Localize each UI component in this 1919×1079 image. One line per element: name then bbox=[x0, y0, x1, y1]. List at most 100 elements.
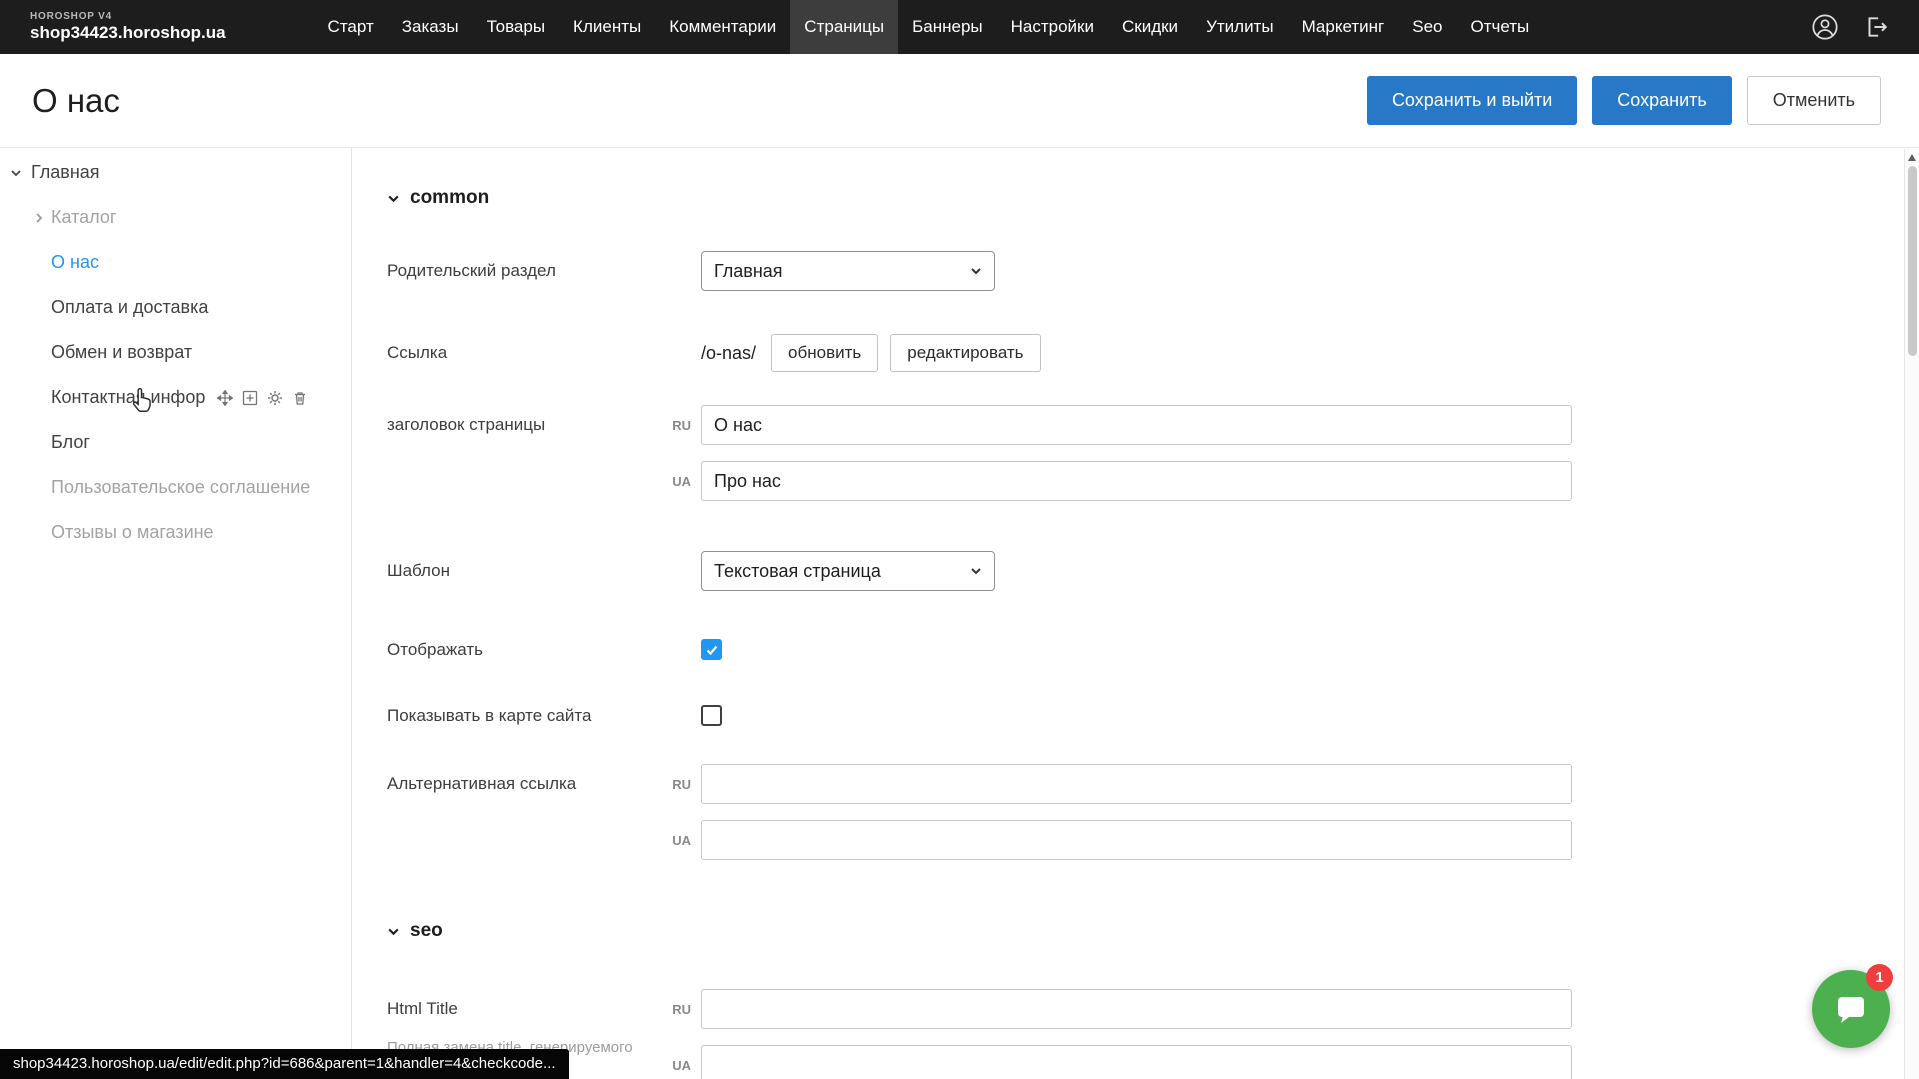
page-title-label: заголовок страницы bbox=[387, 405, 701, 501]
tree-item-label: Пользовательское соглашение bbox=[51, 477, 310, 498]
scrollbar-thumb[interactable] bbox=[1908, 166, 1917, 356]
scroll-up-arrow-icon[interactable] bbox=[1908, 154, 1916, 161]
tree-item-label: Отзывы о магазине bbox=[51, 522, 214, 543]
template-select[interactable]: Текстовая страница bbox=[701, 551, 995, 591]
alt-link-label: Альтернативная ссылка bbox=[387, 764, 701, 860]
content-area: Главная Каталог О нас Оплата и доставка … bbox=[0, 148, 1919, 1079]
html-title-ua-input[interactable] bbox=[701, 1045, 1572, 1079]
tree-item-label: Обмен и возврат bbox=[51, 342, 192, 363]
display-label: Отображать bbox=[387, 640, 701, 660]
section-seo-title: seo bbox=[410, 920, 443, 942]
nav-item-banners[interactable]: Баннеры bbox=[898, 0, 997, 54]
html-title-row: Html Title Полная замена title, генериру… bbox=[387, 989, 1919, 1079]
alt-link-ru-input[interactable] bbox=[701, 764, 1572, 804]
tree-item-actions bbox=[217, 390, 308, 406]
sitemap-row: Показывать в карте сайта bbox=[387, 705, 1919, 726]
sidebar-item-blog[interactable]: Блог bbox=[0, 420, 351, 465]
link-refresh-button[interactable]: обновить bbox=[771, 334, 878, 372]
page-title-ru-input[interactable] bbox=[701, 405, 1572, 445]
tree-item-label: Главная bbox=[31, 162, 100, 183]
nav-item-seo[interactable]: Seo bbox=[1398, 0, 1456, 54]
lang-ua-badge: UA bbox=[657, 474, 691, 489]
parent-section-label: Родительский раздел bbox=[387, 261, 701, 281]
sitemap-checkbox[interactable] bbox=[701, 705, 722, 726]
template-value: Текстовая страница bbox=[714, 561, 881, 582]
parent-section-select[interactable]: Главная bbox=[701, 251, 995, 291]
link-label: Ссылка bbox=[387, 343, 701, 363]
parent-section-value: Главная bbox=[714, 261, 783, 282]
link-edit-button[interactable]: редактировать bbox=[890, 334, 1040, 372]
sidebar-item-o-nas-selected[interactable]: О нас bbox=[0, 240, 351, 285]
status-url-bar: shop34423.horoshop.ua/edit/edit.php?id=6… bbox=[0, 1049, 569, 1079]
sidebar-item-katalog[interactable]: Каталог bbox=[0, 195, 351, 240]
user-account-icon[interactable] bbox=[1811, 13, 1839, 41]
nav-item-marketing[interactable]: Маркетинг bbox=[1288, 0, 1399, 54]
nav-item-orders[interactable]: Заказы bbox=[388, 0, 473, 54]
logout-icon[interactable] bbox=[1863, 14, 1889, 40]
check-icon bbox=[705, 643, 719, 657]
sidebar-item-glavnaya[interactable]: Главная bbox=[0, 150, 351, 195]
lang-ua-badge: UA bbox=[657, 1058, 691, 1073]
page-title: О нас bbox=[32, 82, 120, 120]
display-row: Отображать bbox=[387, 639, 1919, 660]
nav-item-discounts[interactable]: Скидки bbox=[1108, 0, 1192, 54]
template-label: Шаблон bbox=[387, 561, 701, 581]
pages-tree-sidebar: Главная Каталог О нас Оплата и доставка … bbox=[0, 148, 352, 1079]
page-edit-form: common Родительский раздел Главная Ссылк… bbox=[352, 148, 1919, 1079]
sidebar-item-otzyvy[interactable]: Отзывы о магазине bbox=[0, 510, 351, 555]
lang-ua-badge: UA bbox=[657, 833, 691, 848]
tree-item-label: Оплата и доставка bbox=[51, 297, 208, 318]
move-icon[interactable] bbox=[217, 390, 233, 406]
alt-link-ua-input[interactable] bbox=[701, 820, 1572, 860]
section-seo-header[interactable]: seo bbox=[387, 917, 1919, 945]
link-row: Ссылка /o-nas/ обновить редактировать bbox=[387, 333, 1919, 373]
tree-item-label: Блог bbox=[51, 432, 90, 453]
logo-version: HOROSHOP V4 bbox=[30, 11, 226, 22]
nav-item-reports[interactable]: Отчеты bbox=[1456, 0, 1543, 54]
page-title-ua-input[interactable] bbox=[701, 461, 1572, 501]
add-icon[interactable] bbox=[242, 390, 258, 406]
alt-link-row: Альтернативная ссылка RU UA bbox=[387, 764, 1919, 860]
cancel-button[interactable]: Отменить bbox=[1747, 76, 1881, 125]
chevron-down-icon bbox=[970, 565, 982, 577]
sidebar-item-kontaktnaya[interactable]: Контактная инфор bbox=[0, 375, 351, 420]
chat-icon bbox=[1833, 992, 1869, 1026]
nav-item-settings[interactable]: Настройки bbox=[997, 0, 1108, 54]
logo-domain: shop34423.horoshop.ua bbox=[30, 23, 226, 43]
lang-ru-badge: RU bbox=[657, 777, 691, 792]
nav-item-pages[interactable]: Страницы bbox=[790, 0, 898, 54]
display-checkbox[interactable] bbox=[701, 639, 722, 660]
save-button[interactable]: Сохранить bbox=[1592, 76, 1731, 125]
sidebar-item-soglashenie[interactable]: Пользовательское соглашение bbox=[0, 465, 351, 510]
nav-item-start[interactable]: Старт bbox=[314, 0, 388, 54]
main-menu: Старт Заказы Товары Клиенты Комментарии … bbox=[314, 0, 1544, 54]
nav-item-comments[interactable]: Комментарии bbox=[655, 0, 790, 54]
trash-icon[interactable] bbox=[292, 390, 308, 406]
gear-icon[interactable] bbox=[267, 390, 283, 406]
tree-item-label: Контактная инфор bbox=[51, 387, 205, 408]
section-common-header[interactable]: common bbox=[387, 184, 1919, 212]
nav-item-utilities[interactable]: Утилиты bbox=[1192, 0, 1288, 54]
page-title-row: заголовок страницы RU UA bbox=[387, 405, 1919, 501]
chat-widget-button[interactable]: 1 bbox=[1812, 970, 1890, 1048]
link-path-value: /o-nas/ bbox=[701, 343, 756, 364]
save-and-exit-button[interactable]: Сохранить и выйти bbox=[1367, 76, 1577, 125]
sidebar-item-obmen[interactable]: Обмен и возврат bbox=[0, 330, 351, 375]
nav-item-products[interactable]: Товары bbox=[473, 0, 559, 54]
nav-item-clients[interactable]: Клиенты bbox=[559, 0, 655, 54]
logo[interactable]: HOROSHOP V4 shop34423.horoshop.ua bbox=[30, 11, 226, 43]
chevron-down-icon bbox=[970, 265, 982, 277]
html-title-label: Html Title bbox=[387, 989, 701, 1029]
tree-item-label: Каталог bbox=[51, 207, 116, 228]
template-row: Шаблон Текстовая страница bbox=[387, 551, 1919, 591]
lang-ru-badge: RU bbox=[657, 418, 691, 433]
html-title-ru-input[interactable] bbox=[701, 989, 1572, 1029]
tree-item-label: О нас bbox=[51, 252, 99, 273]
vertical-scrollbar[interactable] bbox=[1904, 149, 1919, 1079]
sidebar-item-oplata[interactable]: Оплата и доставка bbox=[0, 285, 351, 330]
lang-ru-badge: RU bbox=[657, 1002, 691, 1017]
chevron-down-icon[interactable] bbox=[10, 167, 22, 179]
sitemap-label: Показывать в карте сайта bbox=[387, 706, 701, 726]
parent-section-row: Родительский раздел Главная bbox=[387, 251, 1919, 291]
chevron-right-icon[interactable] bbox=[33, 212, 45, 224]
